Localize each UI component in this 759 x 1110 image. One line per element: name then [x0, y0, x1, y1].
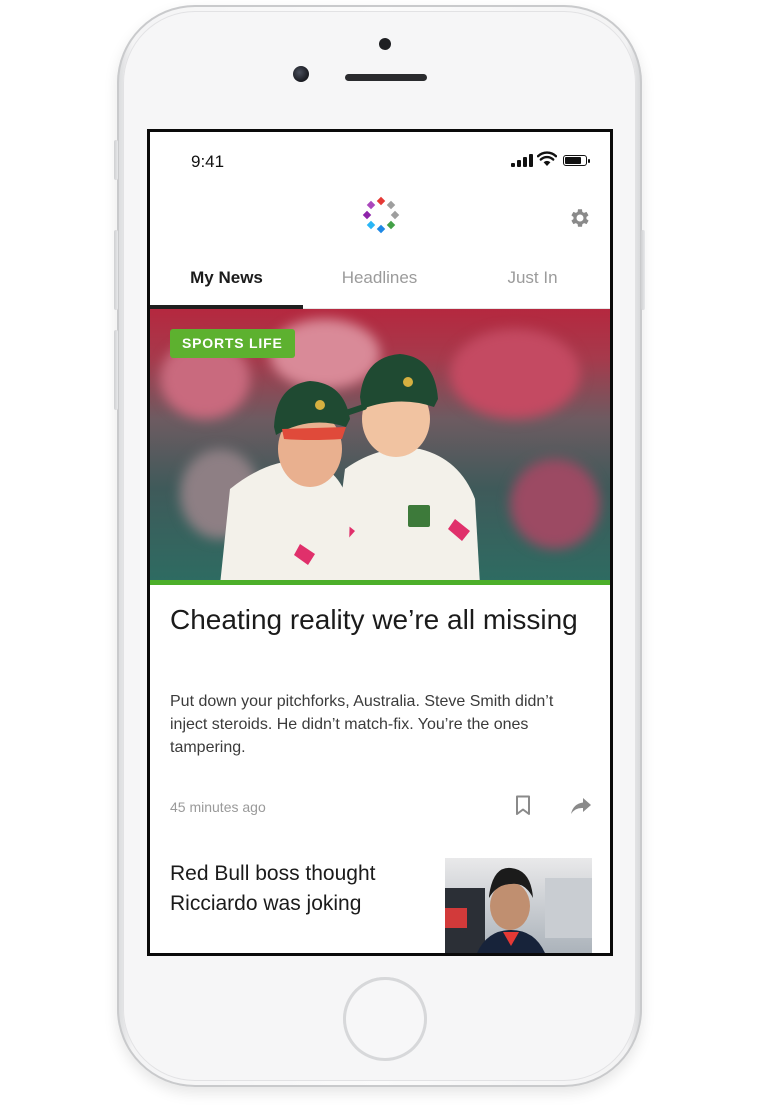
category-accent-bar: [150, 580, 610, 585]
feature-headline[interactable]: Cheating reality we’re all missing: [170, 602, 590, 638]
story-timestamp: 45 minutes ago: [170, 799, 266, 815]
volume-up-button[interactable]: [114, 230, 118, 310]
front-camera: [293, 66, 309, 82]
feature-summary: Put down your pitchforks, Australia. Ste…: [170, 693, 554, 756]
app-screen: 9:41 My News Headlines Just In SPORTS LI…: [150, 132, 610, 953]
battery-icon: [563, 155, 590, 166]
battery-fill: [565, 157, 581, 164]
mute-switch[interactable]: [114, 140, 118, 180]
feature-story-image[interactable]: SPORTS LIFE: [150, 309, 610, 585]
volume-down-button[interactable]: [114, 330, 118, 410]
bookmark-icon[interactable]: [515, 795, 531, 816]
status-bar: 9:41: [150, 132, 610, 176]
wifi-icon: [537, 151, 557, 166]
share-icon[interactable]: [570, 796, 592, 816]
earpiece-speaker: [345, 74, 427, 81]
story-2-title[interactable]: Red Bull boss thought Ricciardo was joki…: [170, 859, 420, 919]
status-time: 9:41: [191, 152, 225, 171]
tab-bar: My News Headlines Just In: [150, 257, 610, 309]
colorful-dots-logo-icon: [362, 196, 400, 234]
phone-screen: 9:41 My News Headlines Just In SPORTS LI…: [147, 129, 613, 956]
power-button[interactable]: [641, 230, 645, 310]
story-2-thumbnail[interactable]: [445, 858, 592, 953]
proximity-sensor: [379, 38, 391, 50]
tab-just-in[interactable]: Just In: [456, 257, 609, 309]
gear-icon[interactable]: [568, 206, 592, 230]
tab-my-news[interactable]: My News: [150, 257, 303, 309]
thumbnail-photo: [445, 867, 592, 953]
category-tag[interactable]: SPORTS LIFE: [170, 329, 295, 358]
cellular-signal-icon: [511, 154, 533, 167]
tab-headlines[interactable]: Headlines: [303, 257, 456, 309]
home-button[interactable]: [343, 977, 427, 1061]
